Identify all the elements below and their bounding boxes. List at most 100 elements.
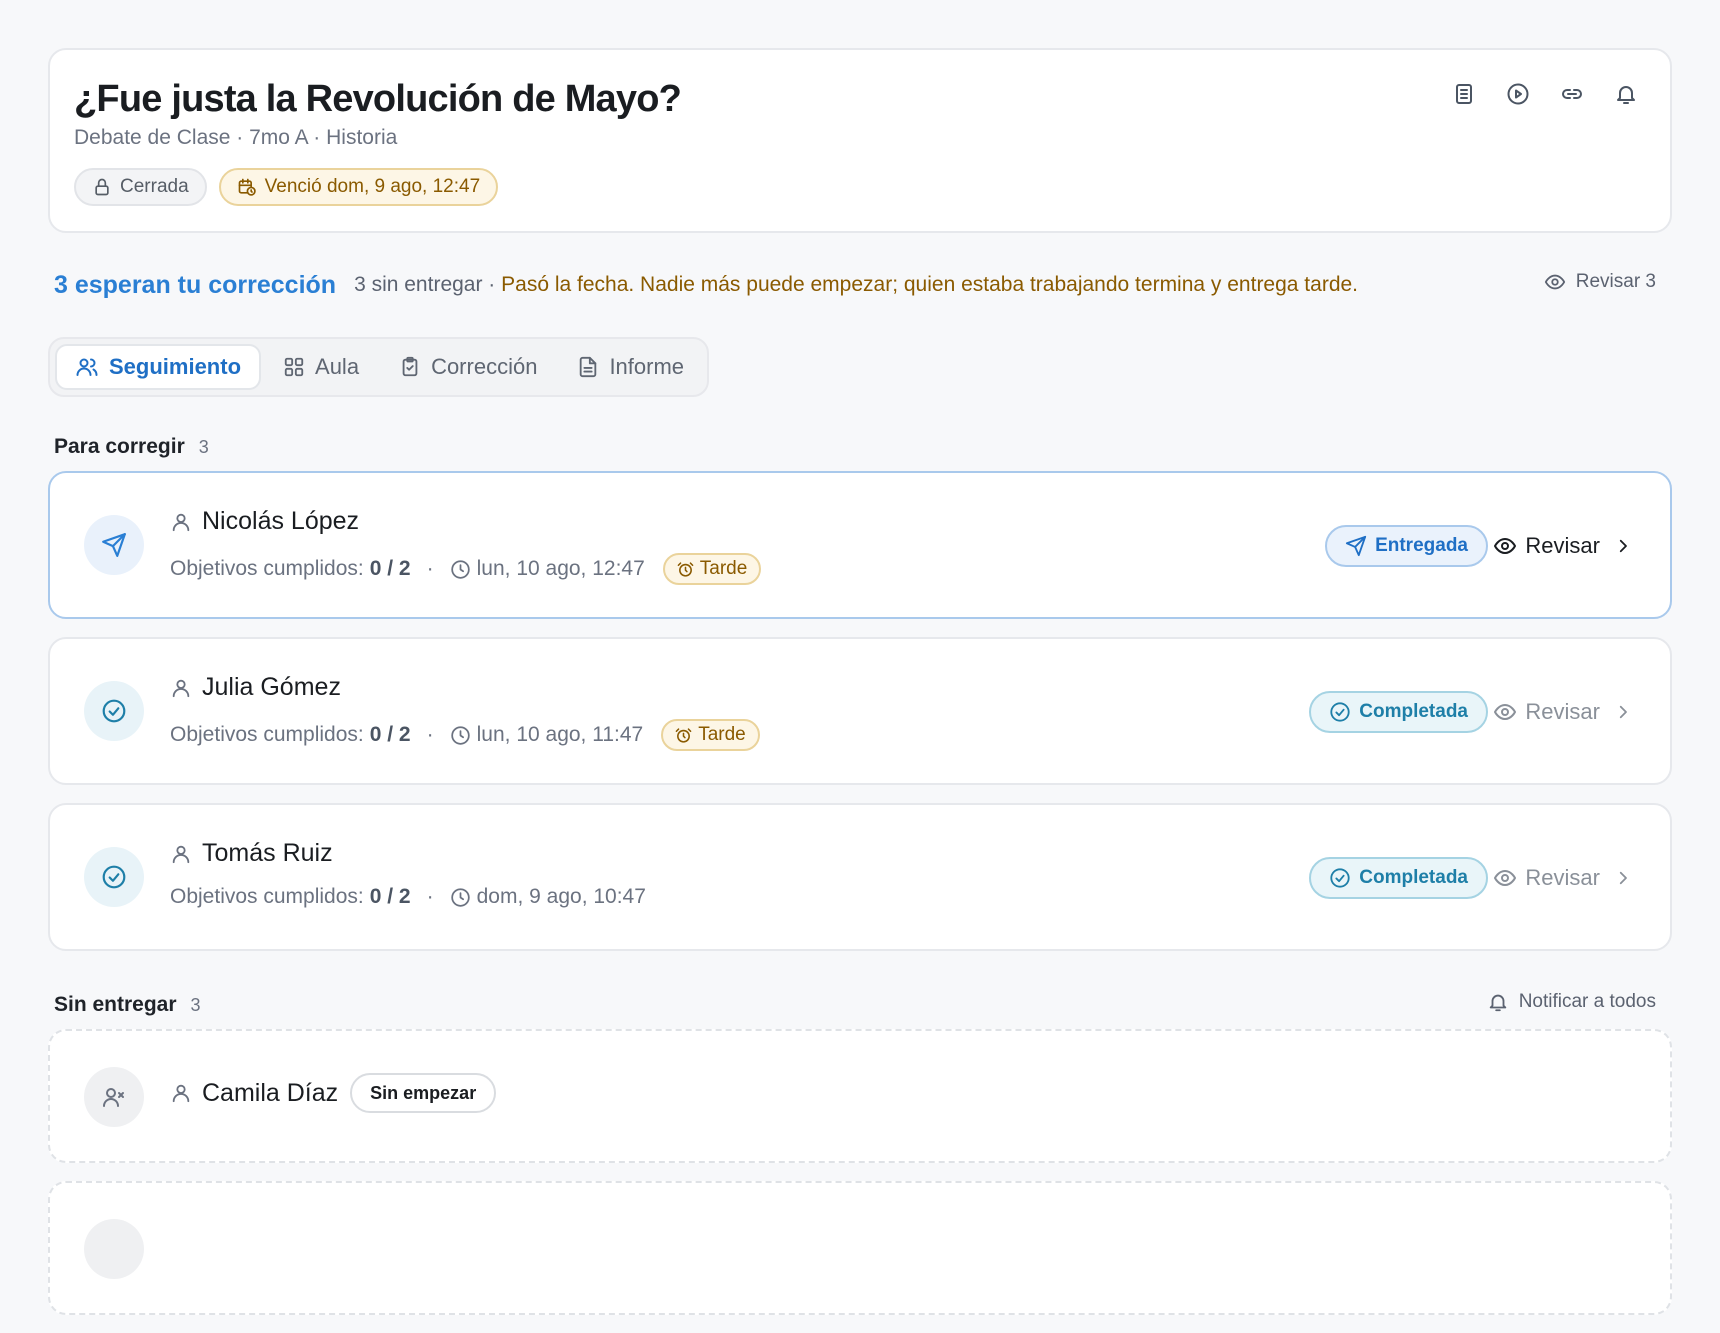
eye-icon — [1493, 700, 1517, 724]
eye-icon — [1544, 271, 1566, 293]
not-submitted-count: 3 sin entregar · — [354, 273, 502, 296]
review-all-button[interactable]: Revisar 3 — [1544, 271, 1656, 293]
grid-icon — [283, 356, 305, 378]
bell-icon[interactable] — [1612, 80, 1640, 108]
review-button[interactable]: Revisar — [1493, 699, 1632, 725]
document-icon[interactable] — [1450, 80, 1478, 108]
student-meta: Objetivos cumplidos: 0 / 2 · lun, 10 ago… — [170, 553, 762, 585]
student-row[interactable]: Julia Gómez Objetivos cumplidos: 0 / 2 ·… — [48, 637, 1672, 785]
tab-label: Corrección — [431, 354, 538, 379]
send-icon — [84, 515, 144, 575]
alarm-clock-icon — [675, 727, 692, 744]
student-name-label: Camila Díaz — [202, 1078, 339, 1107]
due-date-label: Venció dom, 9 ago, 12:47 — [264, 176, 481, 197]
chevron-right-icon — [1614, 703, 1632, 721]
review-button[interactable]: Revisar — [1493, 865, 1632, 891]
late-label: Tarde — [699, 558, 748, 579]
due-date-badge: Venció dom, 9 ago, 12:47 — [218, 168, 499, 206]
objectives-value: 0 / 2 — [369, 723, 411, 746]
check-circle-icon — [84, 847, 144, 907]
tab-aula[interactable]: Aula — [265, 344, 377, 390]
tab-label: Informe — [609, 354, 685, 379]
user-x-icon — [84, 1067, 144, 1127]
student-row[interactable] — [48, 1181, 1672, 1315]
status-badge: Completada — [1309, 857, 1488, 899]
grading-summary: 3 esperan tu corrección 3 sin entregar ·… — [48, 233, 1672, 337]
student-name: Nicolás López — [170, 507, 359, 536]
tab-label: Seguimiento — [109, 354, 242, 379]
late-label: Tarde — [698, 724, 746, 745]
play-icon[interactable] — [1504, 80, 1532, 108]
check-circle-icon — [84, 681, 144, 741]
student-name: Camila Díaz Sin empezar — [170, 1073, 497, 1113]
send-icon — [1345, 535, 1367, 557]
objectives-label: Objetivos cumplidos: — [170, 885, 364, 908]
late-badge: Tarde — [662, 553, 762, 585]
lock-icon — [92, 177, 112, 197]
student-name: Tomás Ruiz — [170, 839, 333, 868]
assignment-header: ¿Fue justa la Revolución de Mayo? Debate… — [48, 48, 1672, 233]
student-name: Julia Gómez — [170, 673, 341, 702]
user-icon — [170, 1082, 192, 1104]
status-badge: Entregada — [1325, 525, 1488, 567]
objectives-label: Objetivos cumplidos: — [170, 557, 364, 580]
page-title: ¿Fue justa la Revolución de Mayo? — [74, 78, 682, 120]
student-row[interactable]: Nicolás López Objetivos cumplidos: 0 / 2… — [48, 471, 1672, 619]
closed-badge-label: Cerrada — [120, 176, 189, 197]
submission-time: lun, 10 ago, 12:47 — [476, 557, 645, 580]
late-badge: Tarde — [661, 719, 760, 751]
eye-icon — [1493, 866, 1517, 890]
clock-icon — [450, 887, 471, 908]
student-row[interactable]: Tomás Ruiz Objetivos cumplidos: 0 / 2 · … — [48, 803, 1672, 951]
calendar-clock-icon — [237, 177, 257, 197]
status-label: Completada — [1359, 867, 1468, 888]
section-count: 3 — [198, 437, 209, 457]
not-submitted-section-header: Sin entregar 3 Notificar a todos — [48, 991, 1672, 1017]
submission-time: lun, 10 ago, 11:47 — [476, 723, 644, 746]
notify-all-label: Notificar a todos — [1518, 991, 1656, 1012]
status-label: Completada — [1359, 701, 1468, 722]
student-row[interactable]: Camila Díaz Sin empezar — [48, 1029, 1672, 1163]
student-meta: Objetivos cumplidos: 0 / 2 · dom, 9 ago,… — [170, 885, 646, 908]
notify-all-button[interactable]: Notificar a todos — [1487, 991, 1656, 1013]
clipboard-check-icon — [399, 356, 421, 378]
tab-seguimiento[interactable]: Seguimiento — [55, 344, 262, 390]
student-name-label: Tomás Ruiz — [202, 839, 333, 867]
review-label: Revisar — [1525, 865, 1600, 890]
link-icon[interactable] — [1558, 80, 1586, 108]
deadline-warning: Pasó la fecha. Nadie más puede empezar; … — [501, 273, 1359, 296]
submission-time: dom, 9 ago, 10:47 — [476, 885, 646, 908]
bell-icon — [1487, 991, 1509, 1013]
student-meta: Objetivos cumplidos: 0 / 2 · lun, 10 ago… — [170, 719, 760, 751]
tab-informe[interactable]: Informe — [559, 344, 702, 390]
user-icon — [170, 511, 192, 533]
chevron-right-icon — [1614, 869, 1632, 887]
review-label: Revisar — [1525, 533, 1600, 558]
section-count: 3 — [190, 995, 201, 1015]
check-circle-icon — [1329, 701, 1351, 723]
status-badge: Completada — [1309, 691, 1488, 733]
view-tabs: Seguimiento Aula Corrección Informe — [48, 337, 710, 397]
clock-icon — [450, 559, 471, 580]
check-circle-icon — [1329, 867, 1351, 889]
to-grade-section-header: Para corregir 3 — [48, 435, 1672, 459]
tab-label: Aula — [315, 354, 360, 379]
user-icon — [170, 677, 192, 699]
user-x-icon — [84, 1219, 144, 1279]
pending-count[interactable]: 3 esperan tu corrección — [54, 271, 336, 300]
user-icon — [170, 843, 192, 865]
review-button[interactable]: Revisar — [1493, 533, 1632, 559]
student-name-label: Nicolás López — [202, 507, 360, 535]
objectives-value: 0 / 2 — [369, 885, 411, 908]
section-title: Para corregir — [54, 435, 185, 458]
clock-icon — [450, 725, 471, 746]
objectives-label: Objetivos cumplidos: — [170, 723, 364, 746]
status-label: Entregada — [1375, 535, 1468, 556]
objectives-value: 0 / 2 — [369, 557, 411, 580]
file-text-icon — [577, 356, 599, 378]
closed-badge: Cerrada — [74, 168, 207, 206]
eye-icon — [1493, 534, 1517, 558]
summary-details: 3 sin entregar · Pasó la fecha. Nadie má… — [354, 273, 1358, 297]
tab-correccion[interactable]: Corrección — [381, 344, 555, 390]
chevron-right-icon — [1614, 537, 1632, 555]
